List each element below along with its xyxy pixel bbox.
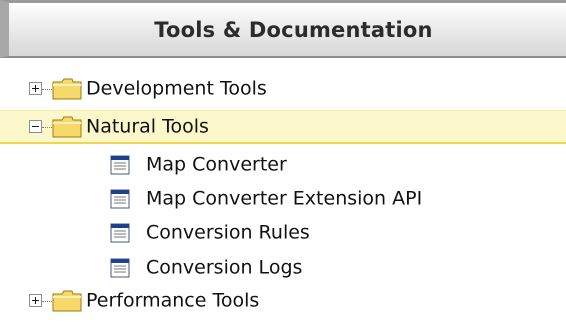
tree-item-label: Development Tools [86, 77, 267, 100]
tree-connector [42, 89, 52, 90]
tree-item-performance-tools[interactable]: Performance Tools [0, 284, 566, 318]
collapse-toggle-icon[interactable] [29, 119, 42, 133]
tree-item-label: Performance Tools [86, 289, 260, 312]
tree-item-label: Conversion Rules [146, 221, 310, 244]
expand-toggle-icon[interactable] [29, 294, 42, 307]
tree-connector [42, 126, 52, 128]
tree-item-label: Conversion Logs [146, 256, 303, 279]
tree-item-map-converter[interactable]: Map Converter [0, 148, 566, 182]
tree-item-natural-tools[interactable]: Natural Tools [0, 110, 566, 144]
panel-header: Tools & Documentation [0, 0, 566, 58]
tree-connector [42, 301, 52, 302]
tree-item-label: Natural Tools [86, 115, 209, 137]
folder-icon [52, 78, 82, 100]
tools-documentation-panel: Tools & Documentation Development Tools [0, 0, 566, 335]
document-icon [110, 155, 130, 175]
tools-tree: Development Tools Natural Tools Map Conv… [0, 58, 566, 335]
tree-item-conversion-rules[interactable]: Conversion Rules [0, 216, 566, 250]
tree-item-development-tools[interactable]: Development Tools [0, 72, 566, 106]
tree-item-conversion-logs[interactable]: Conversion Logs [0, 251, 566, 285]
folder-icon [52, 116, 82, 137]
folder-icon [52, 290, 82, 312]
document-icon [110, 258, 130, 278]
document-icon [110, 223, 130, 243]
tree-item-label: Map Converter [146, 153, 287, 176]
tree-item-map-converter-extension-api[interactable]: Map Converter Extension API [0, 182, 566, 216]
tree-item-label: Map Converter Extension API [146, 187, 423, 210]
expand-toggle-icon[interactable] [29, 82, 42, 95]
panel-title: Tools & Documentation [154, 17, 433, 42]
document-icon [110, 189, 130, 209]
